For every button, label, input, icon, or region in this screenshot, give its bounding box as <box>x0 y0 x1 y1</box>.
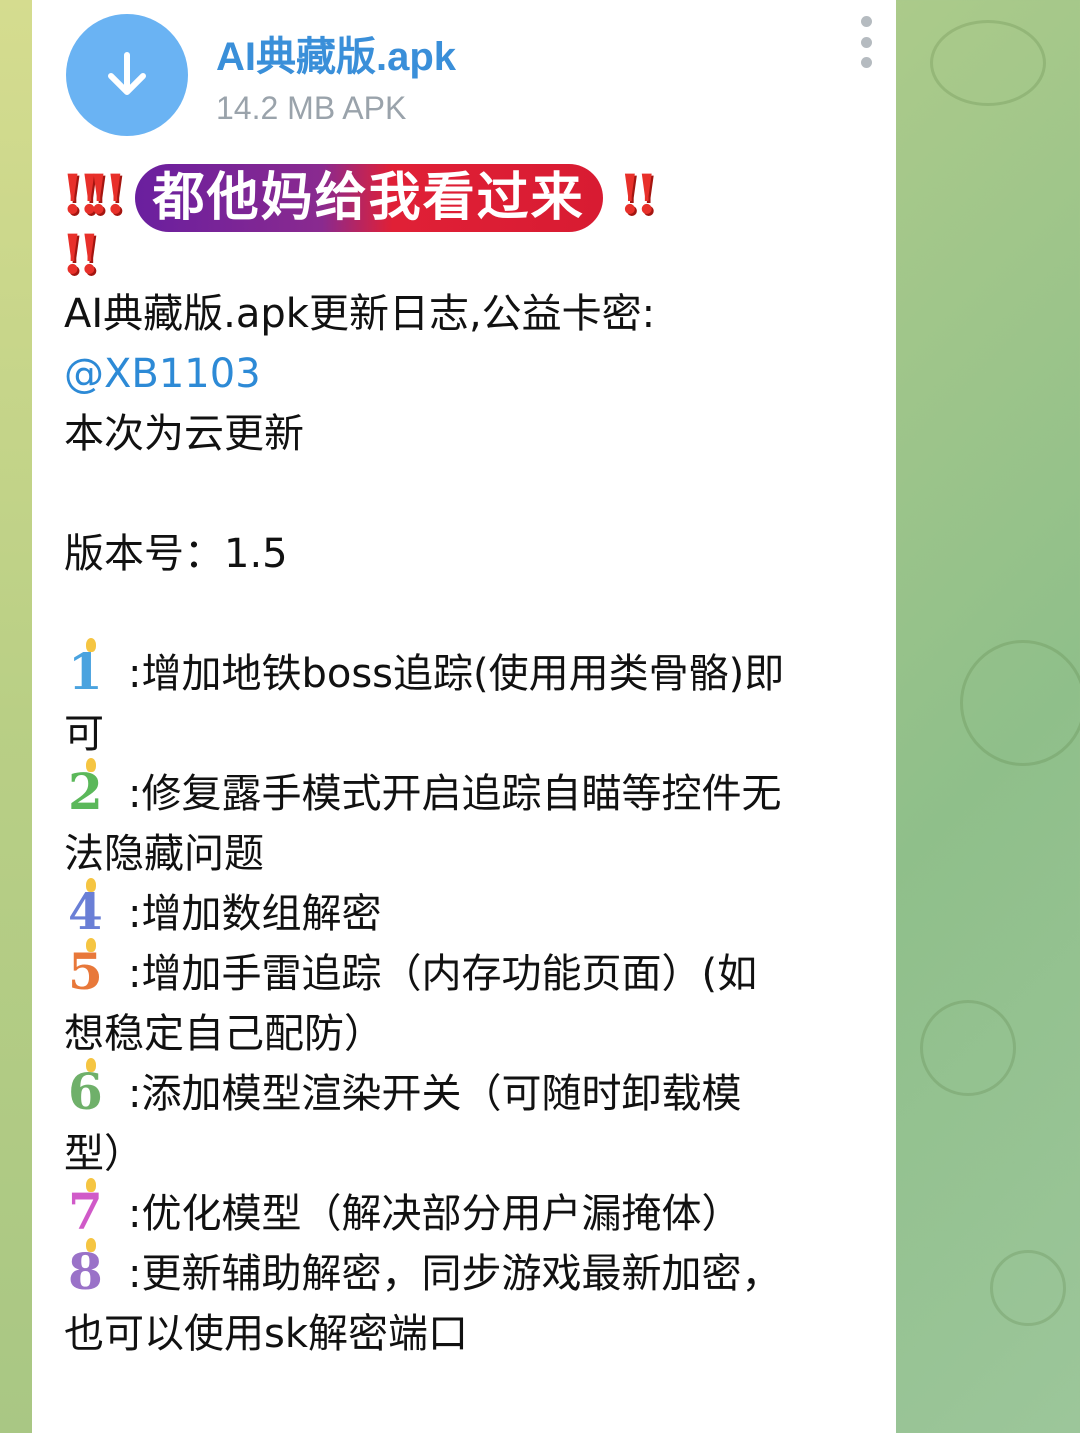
update-type: 本次为云更新 <box>64 411 304 457</box>
number-candle-icon: 1 <box>64 638 128 701</box>
wallpaper-doodle <box>990 1250 1066 1326</box>
changelog-item-wrap: 可 <box>64 711 104 757</box>
banner-row: ‼‼ 都他妈给我看过来 ‼ <box>64 162 874 232</box>
changelog-item-text: :增加数组解密 <box>128 891 382 937</box>
more-options-icon[interactable] <box>854 16 878 68</box>
number-glyph: 6 <box>68 1062 103 1121</box>
changelog-item: 8 :更新辅助解密，同步游戏最新加密， <box>64 1238 874 1304</box>
chat-wallpaper-left <box>0 0 32 1433</box>
version-number: 版本号：1.5 <box>64 531 288 577</box>
double-exclamation-emoji: ‼‼ <box>64 162 124 226</box>
file-size: 14.2 MB APK <box>216 90 407 126</box>
number-candle-icon: 4 <box>64 878 128 941</box>
number-candle-icon: 8 <box>64 1238 128 1301</box>
changelog-item: 6 :添加模型渲染开关（可随时卸载模 <box>64 1058 874 1124</box>
banner-text: 都他妈给我看过来 <box>134 164 603 232</box>
changelog-item: 4 :增加数组解密 <box>64 878 874 944</box>
double-exclamation-emoji: ‼ <box>621 162 655 226</box>
changelog-title: AI典藏版.apk更新日志,公益卡密: <box>64 291 656 337</box>
number-glyph: 8 <box>68 1242 103 1301</box>
changelog-item-text: :修复露手模式开启追踪自瞄等控件无 <box>128 771 782 817</box>
changelog-item-text: :优化模型（解决部分用户漏掩体） <box>128 1191 742 1237</box>
message-text: ‼‼ 都他妈给我看过来 ‼ ‼ AI典藏版.apk更新日志,公益卡密: @XB1… <box>64 164 874 1364</box>
number-glyph: 4 <box>68 882 103 941</box>
changelog-item-wrap: 也可以使用sk解密端口 <box>64 1311 469 1357</box>
changelog-item: 7 :优化模型（解决部分用户漏掩体） <box>64 1178 874 1244</box>
number-glyph: 7 <box>68 1182 103 1241</box>
number-candle-icon: 6 <box>64 1058 128 1121</box>
number-glyph: 1 <box>68 642 103 701</box>
wallpaper-doodle <box>920 1000 1016 1096</box>
double-exclamation-emoji: ‼ <box>64 222 98 286</box>
message-bubble[interactable]: AI典藏版.apk 14.2 MB APK ‼‼ 都他妈给我看过来 ‼ ‼ AI… <box>32 0 896 1433</box>
number-candle-icon: 5 <box>64 938 128 1001</box>
changelog-item-text: :添加模型渲染开关（可随时卸载模 <box>128 1071 742 1117</box>
changelog-item-wrap: 型） <box>64 1131 144 1177</box>
download-button[interactable] <box>66 14 188 136</box>
changelog-item: 1 :增加地铁boss追踪(使用用类骨骼)即 <box>64 638 874 704</box>
wallpaper-doodle <box>930 20 1046 106</box>
changelog-item-wrap: 法隐藏问题 <box>64 831 264 877</box>
changelog-item-text: :增加地铁boss追踪(使用用类骨骼)即 <box>128 651 785 697</box>
changelog-item-text: :增加手雷追踪（内存功能页面）(如 <box>128 951 758 997</box>
file-name[interactable]: AI典藏版.apk <box>216 24 456 82</box>
changelog-item: 5 :增加手雷追踪（内存功能页面）(如 <box>64 938 874 1004</box>
changelog-list: 1 :增加地铁boss追踪(使用用类骨骼)即可 2 :修复露手模式开启追踪自瞄等控件无… <box>64 638 874 1364</box>
number-candle-icon: 7 <box>64 1178 128 1241</box>
number-glyph: 2 <box>68 762 103 821</box>
banner-row-wrap: ‼ <box>64 224 874 284</box>
mention-link[interactable]: @XB1103 <box>64 344 874 404</box>
number-candle-icon: 2 <box>64 758 128 821</box>
changelog-item-wrap: 想稳定自己配防） <box>64 1011 384 1057</box>
wallpaper-doodle <box>960 640 1080 766</box>
changelog-item: 2 :修复露手模式开启追踪自瞄等控件无 <box>64 758 874 824</box>
number-glyph: 5 <box>68 942 103 1001</box>
changelog-item-text: :更新辅助解密，同步游戏最新加密， <box>128 1251 782 1297</box>
download-arrow-icon <box>108 52 146 95</box>
